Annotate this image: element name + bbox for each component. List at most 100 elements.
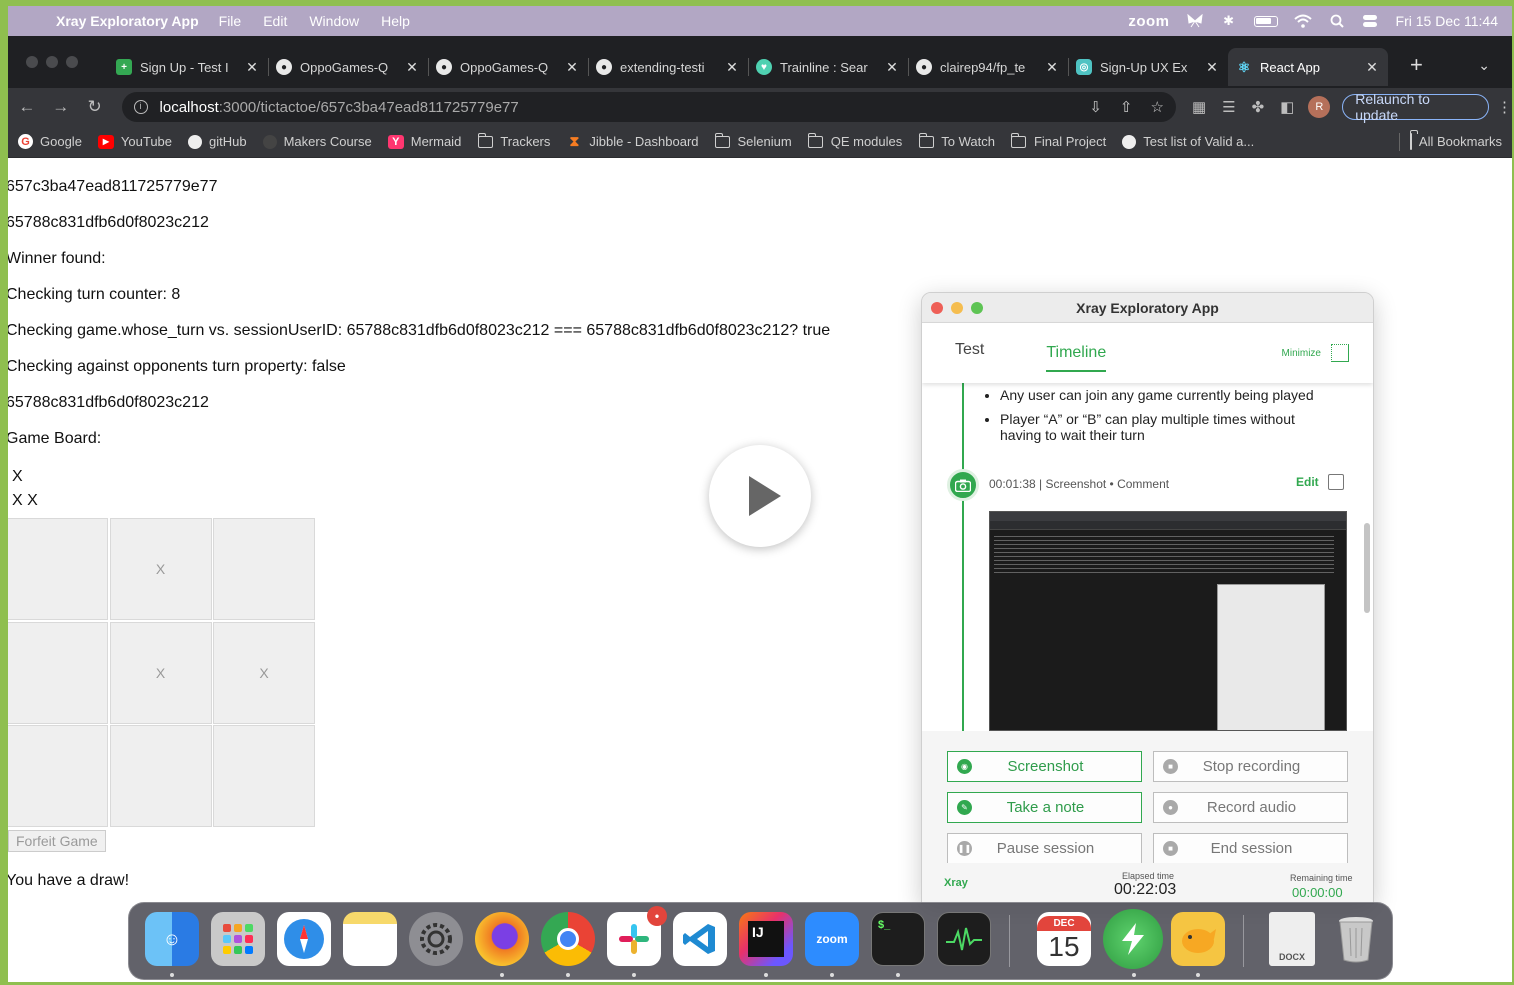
take-note-button[interactable]: ✎ Take a note — [947, 792, 1142, 823]
tab-sign-up-test[interactable]: + Sign Up - Test I ✕ — [108, 48, 268, 86]
notes-icon[interactable] — [343, 912, 397, 966]
close-window-button[interactable] — [26, 56, 38, 68]
launchpad-icon[interactable] — [211, 912, 265, 966]
board-cell[interactable]: X — [109, 621, 212, 724]
tab-react-app[interactable]: ⚛ React App ✕ — [1228, 48, 1388, 86]
more-options-icon[interactable]: ⋮ — [1497, 98, 1512, 116]
vscode-icon[interactable] — [673, 912, 727, 966]
reading-list-icon[interactable]: ☰ — [1222, 98, 1235, 116]
new-tab-button[interactable]: + — [1410, 52, 1423, 78]
bookmark-makers-course[interactable]: Makers Course — [262, 134, 372, 149]
control-center-icon[interactable] — [1362, 14, 1380, 28]
tab-clairep94[interactable]: ● clairep94/fp_te ✕ — [908, 48, 1068, 86]
wifi-icon[interactable] — [1293, 14, 1312, 28]
menu-app-name[interactable]: Xray Exploratory App — [56, 13, 199, 29]
trash-icon[interactable] — [1329, 912, 1383, 966]
share-icon[interactable]: ⇧ — [1120, 98, 1133, 116]
board-cell[interactable] — [8, 725, 108, 827]
board-cell[interactable] — [213, 725, 315, 827]
play-video-button[interactable] — [709, 445, 811, 547]
bookmark-qe-modules[interactable]: QE modules — [808, 132, 902, 149]
timeline-scrollbar[interactable] — [1364, 523, 1370, 613]
tab-oppogames-2[interactable]: ● OppoGames-Q ✕ — [428, 48, 588, 86]
board-cell[interactable]: X — [213, 621, 315, 724]
date-time[interactable]: Fri 15 Dec 11:44 — [1396, 13, 1498, 29]
system-settings-icon[interactable] — [409, 912, 463, 966]
chrome-icon[interactable] — [541, 912, 595, 966]
board-cell[interactable] — [8, 621, 108, 724]
board-cell[interactable] — [213, 518, 315, 620]
close-icon[interactable]: ✕ — [884, 59, 900, 76]
tab-sign-up-ux[interactable]: ◎ Sign-Up UX Ex ✕ — [1068, 48, 1228, 86]
entry-checkbox[interactable] — [1328, 474, 1344, 490]
pause-session-button[interactable]: ❚❚ Pause session — [947, 833, 1142, 864]
firefox-icon[interactable] — [475, 912, 529, 966]
close-icon[interactable]: ✕ — [564, 59, 580, 76]
bookmark-trackers[interactable]: Trackers — [477, 132, 550, 149]
extension-icon[interactable]: ▦ — [1192, 98, 1206, 116]
bookmark-selenium[interactable]: Selenium — [715, 132, 792, 149]
menu-file[interactable]: File — [219, 13, 242, 29]
stop-recording-button[interactable]: ■ Stop recording — [1153, 751, 1348, 782]
close-icon[interactable]: ✕ — [1044, 59, 1060, 76]
back-button[interactable]: ← — [12, 97, 42, 117]
document-icon[interactable]: DOCX — [1269, 912, 1315, 966]
forfeit-game-button[interactable]: Forfeit Game — [8, 830, 106, 852]
tab-trainline[interactable]: ♥ Trainline : Sear ✕ — [748, 48, 908, 86]
close-icon[interactable]: ✕ — [244, 59, 260, 76]
info-icon[interactable]: i — [133, 100, 148, 114]
bookmark-google[interactable]: G Google — [18, 134, 82, 149]
close-icon[interactable]: ✕ — [1204, 59, 1220, 76]
zoom-icon[interactable]: zoom — [805, 912, 859, 966]
bookmark-github[interactable]: gitHub — [188, 134, 247, 149]
forward-button[interactable]: → — [46, 97, 76, 117]
profile-avatar[interactable]: R — [1308, 96, 1331, 118]
slack-icon[interactable]: • — [607, 906, 667, 966]
bookmark-youtube[interactable]: ▶ YouTube — [97, 134, 172, 149]
all-bookmarks[interactable]: All Bookmarks — [1398, 132, 1502, 151]
menu-help[interactable]: Help — [381, 13, 410, 29]
tab-oppogames-1[interactable]: ● OppoGames-Q ✕ — [268, 48, 428, 86]
bookmark-to-watch[interactable]: To Watch — [918, 132, 995, 149]
end-session-button[interactable]: ■ End session — [1153, 833, 1348, 864]
bookmark-test-list[interactable]: Test list of Valid a... — [1122, 134, 1254, 149]
reload-button[interactable]: ↻ — [80, 97, 110, 117]
zoom-tray-label[interactable]: zoom — [1128, 13, 1169, 30]
finder-icon[interactable]: ☺ — [145, 912, 199, 966]
tab-timeline[interactable]: Timeline — [1046, 344, 1107, 372]
close-icon[interactable]: ✕ — [404, 59, 420, 76]
search-icon[interactable] — [1328, 14, 1346, 28]
safari-icon[interactable] — [277, 912, 331, 966]
side-panel-icon[interactable]: ◧ — [1280, 98, 1294, 116]
intellij-icon[interactable]: IJ — [739, 912, 793, 966]
tab-test[interactable]: Test — [955, 341, 984, 365]
battery-icon[interactable] — [1253, 15, 1278, 27]
close-icon[interactable]: ✕ — [724, 59, 740, 76]
address-bar[interactable]: i localhost :3000/tictactoe/657c3ba47ead… — [121, 92, 1176, 122]
xray-icon[interactable] — [1103, 909, 1163, 969]
activity-monitor-icon[interactable] — [937, 912, 991, 966]
bookmark-jibble[interactable]: ⧗ Jibble - Dashboard — [566, 133, 698, 149]
board-cell[interactable] — [8, 518, 108, 620]
bookmark-final-project[interactable]: Final Project — [1011, 132, 1106, 149]
zoom-window-button[interactable] — [66, 56, 78, 68]
record-audio-button[interactable]: ● Record audio — [1153, 792, 1348, 823]
screenshot-thumbnail[interactable] — [989, 511, 1347, 731]
tableplus-icon[interactable] — [1171, 912, 1225, 966]
bookmark-mermaid[interactable]: Y Mermaid — [387, 134, 461, 149]
chevron-down-icon[interactable]: ⌄ — [1478, 57, 1490, 74]
tab-extending-testing[interactable]: ● extending-testi ✕ — [588, 48, 748, 86]
install-icon[interactable]: ⇩ — [1089, 98, 1102, 116]
menu-edit[interactable]: Edit — [263, 13, 287, 29]
minimize-window-button[interactable] — [46, 56, 58, 68]
close-icon[interactable]: ✕ — [1364, 59, 1380, 76]
minimize-button[interactable]: Minimize — [1282, 344, 1349, 362]
butterfly-icon[interactable] — [1186, 14, 1204, 28]
board-cell[interactable] — [109, 725, 212, 827]
relaunch-button[interactable]: Relaunch to update — [1342, 91, 1490, 123]
calendar-icon[interactable]: DEC 15 — [1037, 912, 1091, 966]
screenshot-button[interactable]: ◉ Screenshot — [947, 751, 1142, 782]
puzzle-icon[interactable]: ✤ — [1252, 98, 1265, 116]
bookmark-star-icon[interactable]: ☆ — [1151, 98, 1164, 116]
terminal-icon[interactable]: $_ — [871, 912, 925, 966]
